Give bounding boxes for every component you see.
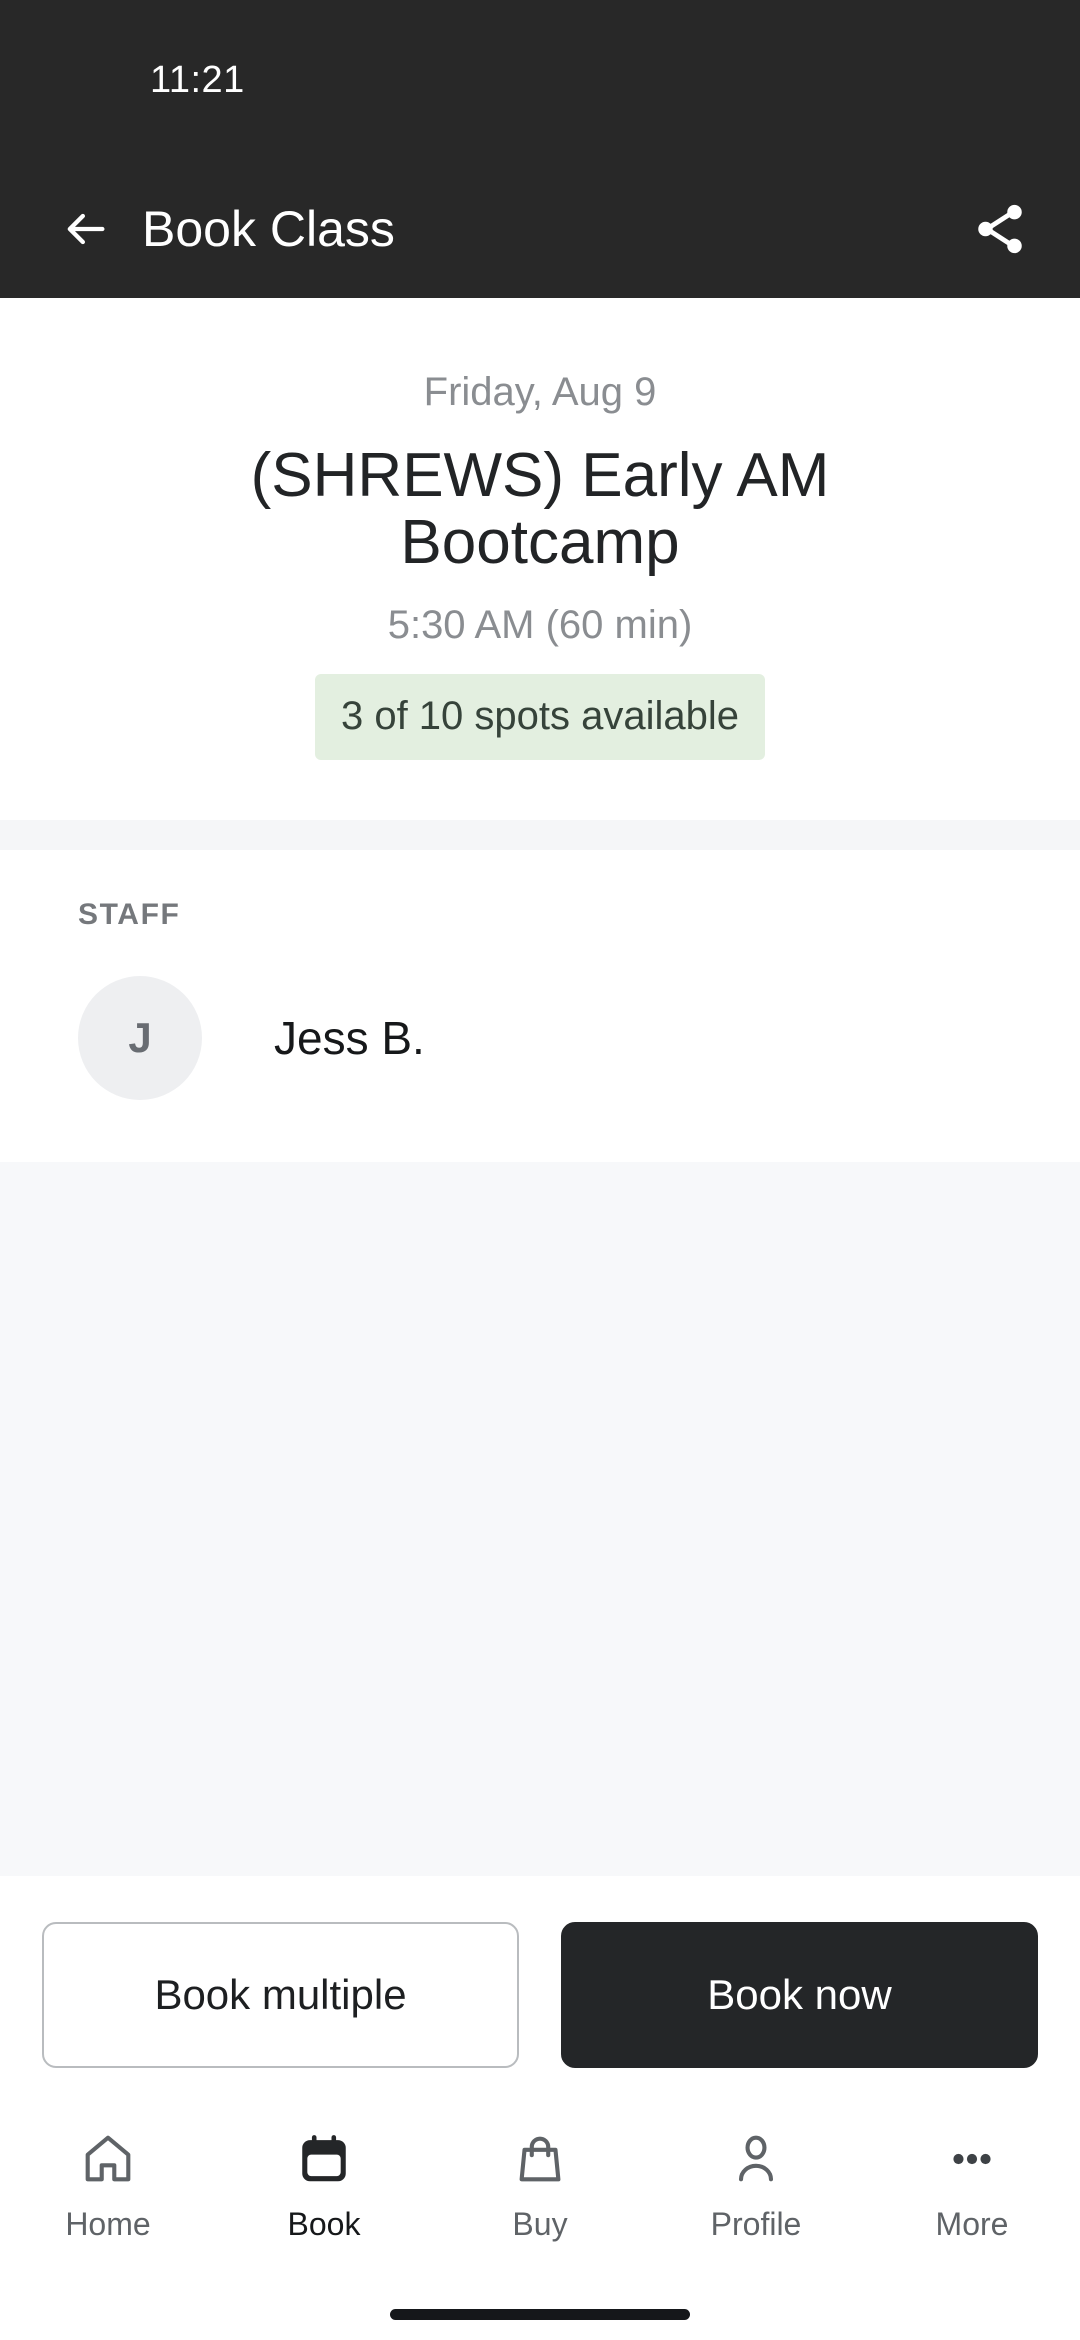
nav-item-more[interactable]: More [864, 2122, 1080, 2240]
app-header: 11:21 Book Class [0, 0, 1080, 298]
app-bar: Book Class [0, 160, 1080, 298]
person-icon [727, 2122, 785, 2196]
book-multiple-button[interactable]: Book multiple [42, 1922, 519, 2068]
more-dots-icon [943, 2122, 1001, 2196]
back-arrow-icon [67, 213, 105, 245]
spots-available-badge: 3 of 10 spots available [314, 673, 766, 760]
nav-item-book[interactable]: Book [216, 2122, 432, 2240]
calendar-icon [295, 2122, 353, 2196]
content-empty-area [0, 1161, 1080, 1876]
book-now-button[interactable]: Book now [561, 1922, 1038, 2068]
bottom-navigation: Home Book Buy Profile More [0, 2108, 1080, 2288]
staff-section: STAFF J Jess B. [0, 849, 1080, 1162]
home-icon [79, 2122, 137, 2196]
nav-label-home: Home [65, 2206, 151, 2242]
home-indicator-area [0, 2288, 1080, 2340]
nav-label-profile: Profile [710, 2206, 802, 2242]
page-title: Book Class [142, 201, 395, 257]
class-date: Friday, Aug 9 [423, 370, 657, 414]
staff-name: Jess B. [274, 1011, 425, 1064]
nav-item-buy[interactable]: Buy [432, 2122, 648, 2240]
staff-avatar: J [78, 975, 202, 1100]
section-divider [0, 819, 1080, 850]
back-button[interactable] [50, 194, 120, 264]
nav-label-more: More [935, 2206, 1009, 2242]
nav-label-buy: Buy [512, 2206, 568, 2242]
home-indicator[interactable] [390, 2308, 690, 2320]
share-icon [978, 204, 1022, 254]
share-button[interactable] [960, 189, 1040, 269]
shopping-bag-icon [511, 2122, 569, 2196]
action-bar: Book multiple Book now [0, 1876, 1080, 2108]
staff-section-label: STAFF [78, 897, 181, 931]
nav-item-home[interactable]: Home [0, 2122, 216, 2240]
class-title: (SHREWS) Early AM Bootcamp [250, 441, 830, 577]
staff-list-item[interactable]: J Jess B. [40, 975, 1040, 1100]
status-bar: 11:21 [0, 0, 1080, 160]
nav-label-book: Book [287, 2206, 361, 2242]
class-summary: Friday, Aug 9 (SHREWS) Early AM Bootcamp… [0, 298, 1080, 820]
nav-item-profile[interactable]: Profile [648, 2122, 864, 2240]
class-time-duration: 5:30 AM (60 min) [387, 602, 693, 647]
status-bar-clock: 11:21 [150, 58, 245, 101]
book-class-screen: 11:21 Book Class Friday, Aug 9 (SHREWS) … [0, 0, 1080, 2340]
